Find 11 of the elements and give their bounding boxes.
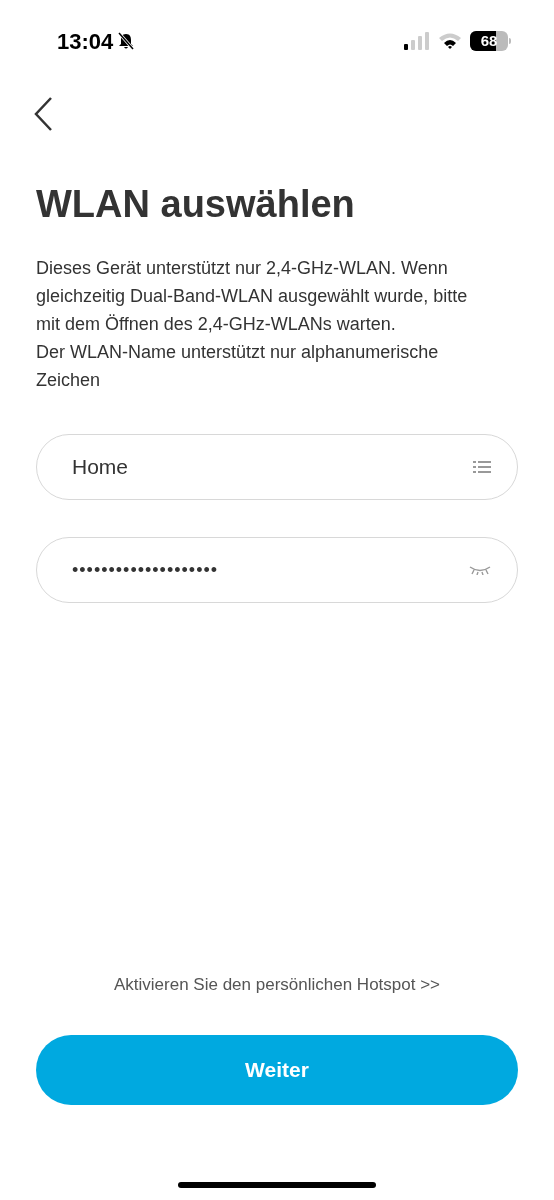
closed-eye-icon[interactable] xyxy=(469,565,491,575)
list-icon[interactable] xyxy=(473,460,491,474)
clock: 13:04 xyxy=(57,27,114,56)
signal-icon xyxy=(404,32,430,50)
back-icon[interactable] xyxy=(33,96,53,132)
muted-bell-icon xyxy=(117,32,136,50)
hotspot-link[interactable]: Aktivieren Sie den persönlichen Hotspot >> xyxy=(114,971,440,997)
wifi-icon xyxy=(438,32,462,50)
page-title: WLAN auswählen xyxy=(35,182,356,227)
description-text: Der WLAN-Name unterstützt nur alphanumerische Zeichen xyxy=(36,341,440,392)
description-text: Dieses Gerät unterstützt nur 2,4-GHz-WLAN. Wenn gleichzeitig Dual-Band-WLAN ausgewählt wurde, bitte mit dem Öffnen des 2,4-GHz-WLANs warten. xyxy=(36,257,469,336)
